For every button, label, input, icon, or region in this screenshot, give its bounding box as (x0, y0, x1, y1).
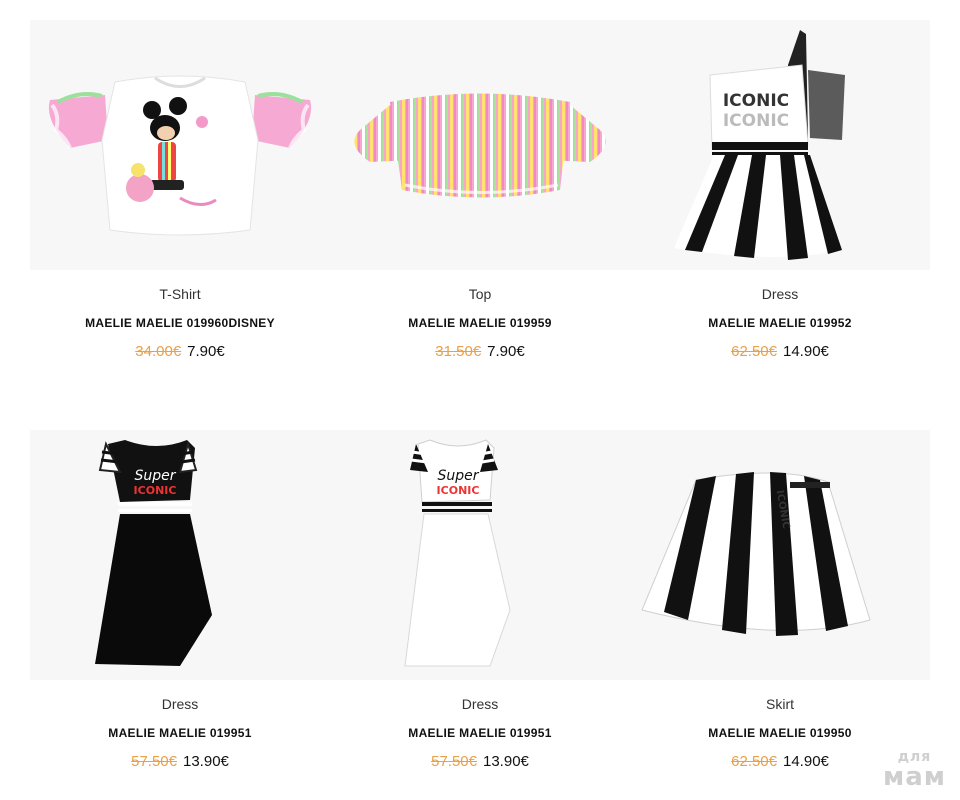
product-image-black-dress[interactable]: Super ICONIC (30, 430, 330, 680)
black-dress-illustration: Super ICONIC (95, 440, 212, 666)
top-illustration (354, 93, 606, 198)
product-grid: T-Shirt MAELIE MAELIE 019960DISNEY 34.00… (0, 0, 960, 800)
product-category: Top (468, 286, 492, 302)
old-price: 62.50€ (731, 343, 777, 360)
old-price: 62.50€ (731, 753, 777, 770)
product-category: Skirt (766, 696, 794, 712)
watermark-line-2: мам (882, 762, 946, 792)
product-card[interactable]: Super ICONIC Dress MAELIE MAELIE 019951 … (30, 430, 330, 780)
product-name[interactable]: MAELIE MAELIE 019951 (330, 726, 630, 740)
product-card[interactable]: ICONIC Skirt MAELIE MAELIE 019950 62.50€… (630, 430, 930, 780)
sale-price: 13.90€ (483, 753, 529, 770)
product-price: 31.50€ 7.90€ (330, 343, 630, 360)
product-card[interactable]: T-Shirt MAELIE MAELIE 019960DISNEY 34.00… (30, 20, 330, 370)
old-price: 31.50€ (435, 343, 482, 360)
old-price: 57.50€ (131, 753, 177, 770)
product-category: Dress (761, 286, 799, 302)
white-dress-illustration: Super ICONIC (404, 439, 511, 667)
sale-price: 14.90€ (783, 753, 829, 770)
site-watermark: для мам (883, 750, 946, 790)
product-name[interactable]: MAELIE MAELIE 019959 (330, 316, 630, 330)
product-price: 57.50€ 13.90€ (30, 753, 330, 770)
product-image-white-dress[interactable]: Super ICONIC (330, 430, 630, 680)
product-name[interactable]: MAELIE MAELIE 019960DISNEY (30, 316, 330, 330)
product-price: 34.00€ 7.90€ (30, 343, 330, 360)
tshirt-illustration (48, 75, 312, 236)
sale-price: 7.90€ (487, 343, 525, 360)
sale-price: 14.90€ (783, 343, 829, 360)
product-price: 62.50€ 14.90€ (630, 343, 930, 360)
product-image-tshirt[interactable] (30, 20, 330, 270)
product-name[interactable]: MAELIE MAELIE 019951 (30, 726, 330, 740)
old-price: 34.00€ (135, 343, 182, 360)
product-card[interactable]: ICONIC ICONIC Dress MAELIE MAELIE 019952… (630, 20, 930, 370)
product-image-top[interactable] (330, 20, 630, 270)
product-category: Dress (461, 696, 499, 712)
dress-print-text: Super (134, 468, 176, 484)
dress-print-text: Super (437, 468, 479, 484)
product-name[interactable]: MAELIE MAELIE 019950 (630, 726, 930, 740)
product-price: 57.50€ 13.90€ (330, 753, 630, 770)
product-name[interactable]: MAELIE MAELIE 019952 (630, 316, 930, 330)
product-card[interactable]: Top MAELIE MAELIE 019959 31.50€ 7.90€ (330, 20, 630, 370)
product-category: Dress (161, 696, 199, 712)
product-category: T-Shirt (159, 286, 201, 302)
product-image-dress[interactable]: ICONIC ICONIC (630, 20, 930, 270)
sale-price: 13.90€ (183, 753, 229, 770)
dress-illustration: ICONIC ICONIC (674, 30, 845, 260)
skirt-illustration: ICONIC (641, 472, 871, 636)
dress-print-sub: ICONIC (437, 484, 480, 497)
sale-price: 7.90€ (187, 343, 225, 360)
product-image-skirt[interactable]: ICONIC (630, 430, 930, 680)
dress-print-echo: ICONIC (723, 111, 789, 131)
dress-print-sub: ICONIC (134, 484, 177, 497)
dress-print-text: ICONIC (723, 91, 789, 111)
old-price: 57.50€ (431, 753, 477, 770)
product-card[interactable]: Super ICONIC Dress MAELIE MAELIE 019951 … (330, 430, 630, 780)
